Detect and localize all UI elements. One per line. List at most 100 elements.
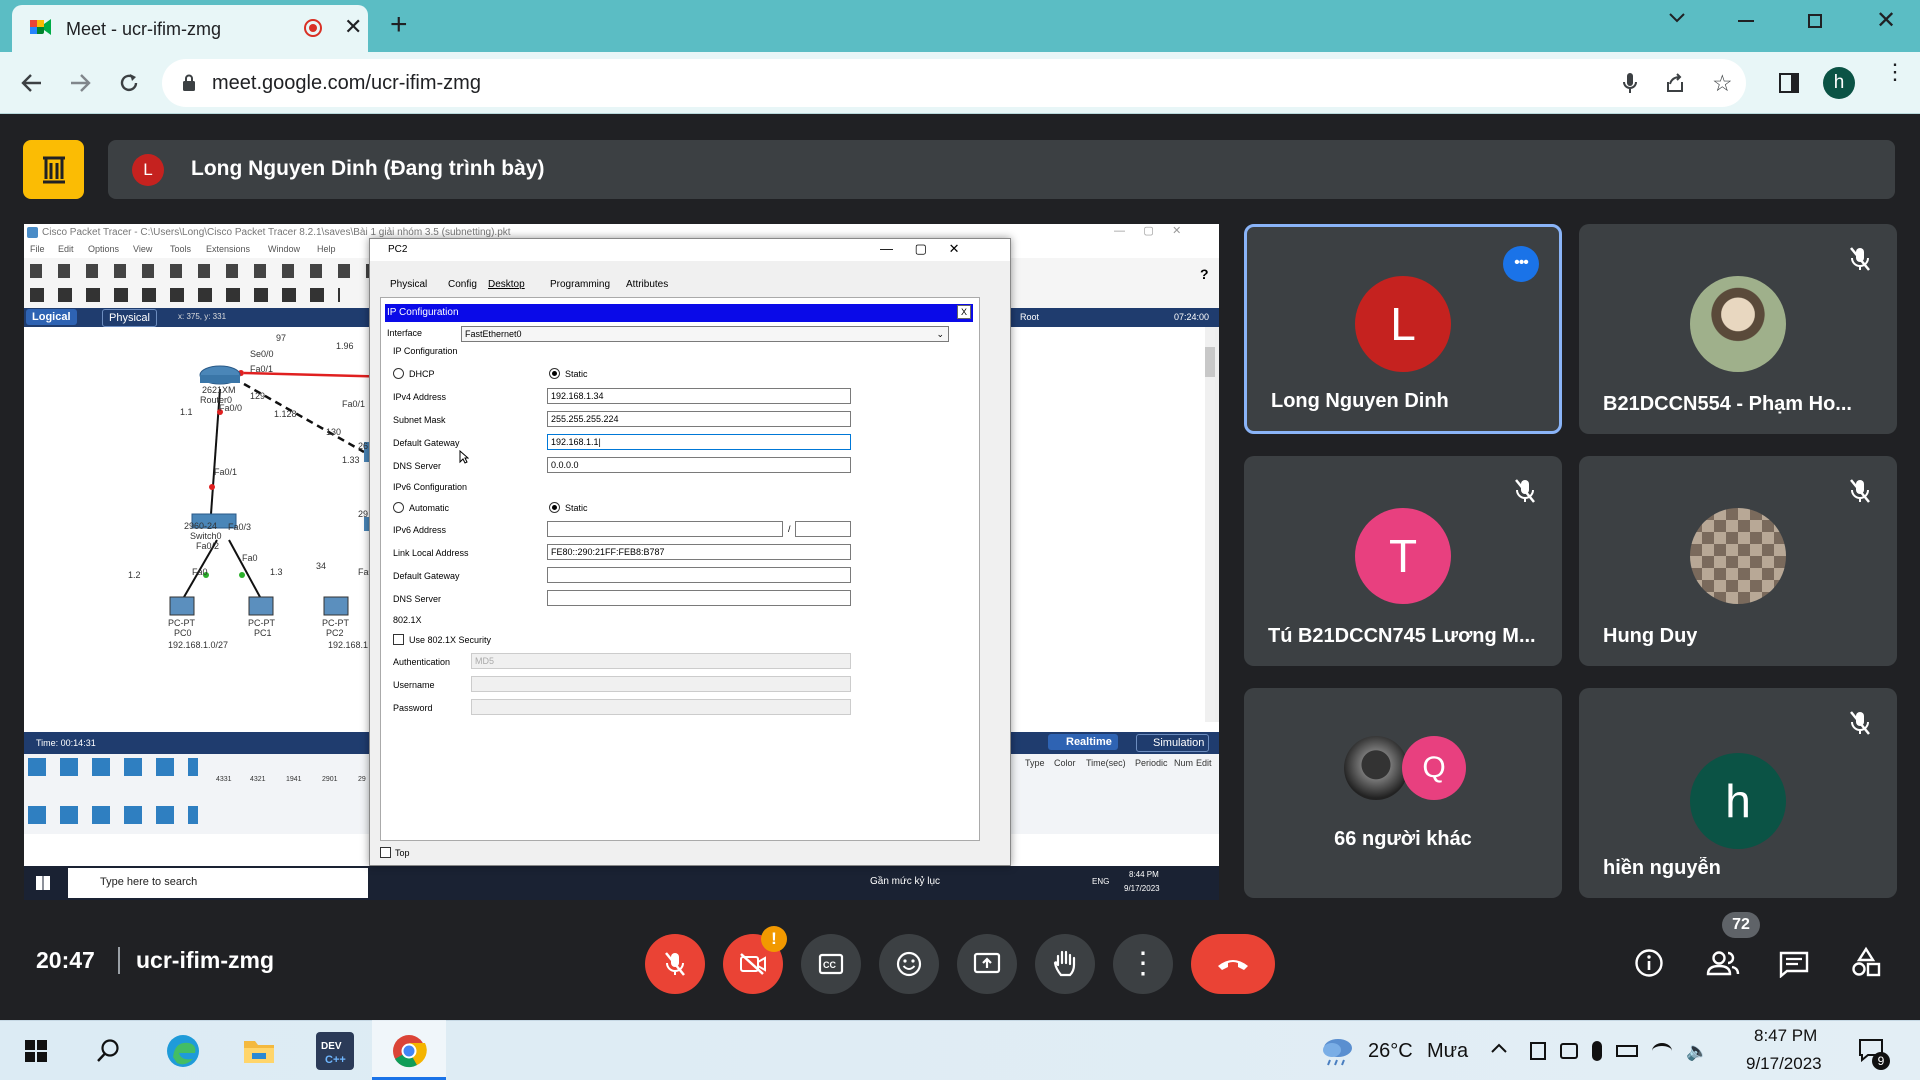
pt-help-icon[interactable]: ? — [1200, 266, 1209, 282]
address-bar[interactable]: meet.google.com/ucr-ifim-zmg ☆ — [162, 59, 1746, 107]
password-input[interactable] — [471, 699, 851, 715]
battery-icon[interactable] — [1616, 1045, 1638, 1057]
browser-tab[interactable]: Meet - ucr-ifim-zmg ✕ — [12, 5, 368, 52]
pc2-tab-config[interactable]: Config — [448, 279, 477, 290]
ime-icon[interactable] — [1530, 1042, 1546, 1060]
back-arrow-icon[interactable] — [14, 65, 50, 101]
participant-tile[interactable]: T Tú B21DCCN745 Lương M... — [1244, 456, 1562, 666]
ipv6-address-input[interactable] — [547, 521, 783, 537]
participant-tile[interactable]: h hiền nguyễn — [1579, 688, 1897, 898]
file-explorer-icon[interactable] — [240, 1032, 278, 1070]
pt-device-categories[interactable] — [28, 758, 198, 776]
static-radio[interactable] — [549, 368, 560, 379]
pc2-window-controls[interactable]: — ▢ ✕ — [880, 241, 960, 257]
chat-icon[interactable] — [1778, 950, 1810, 978]
ipv6-prefix-input[interactable] — [795, 521, 851, 537]
mic-tray-icon[interactable] — [1592, 1041, 1602, 1061]
pt-menu-file[interactable]: File — [30, 244, 45, 254]
mic-toggle-button[interactable] — [645, 934, 705, 994]
tab-search-icon[interactable] — [1668, 12, 1686, 24]
others-tile[interactable]: Q 66 người khác — [1244, 688, 1562, 898]
volume-icon[interactable]: 🔈 — [1686, 1041, 1708, 1062]
restore-window-button[interactable] — [1808, 14, 1822, 28]
pc2-tab-physical[interactable]: Physical — [390, 279, 427, 290]
pt-window-controls[interactable]: — ▢ ✕ — [1114, 224, 1181, 237]
pc2-tab-desktop[interactable]: Desktop — [488, 279, 525, 290]
meeting-info-icon[interactable] — [1634, 948, 1664, 978]
side-panel-icon[interactable] — [1779, 73, 1799, 93]
dns-server-input[interactable]: 0.0.0.0 — [547, 457, 851, 473]
participant-tile[interactable]: Hung Duy — [1579, 456, 1897, 666]
subnet-mask-input[interactable]: 255.255.255.224 — [547, 411, 851, 427]
pt-menu-extensions[interactable]: Extensions — [206, 244, 250, 254]
dot1x-checkbox[interactable] — [393, 634, 404, 645]
pt-menu-window[interactable]: Window — [268, 244, 300, 254]
minimize-window-button[interactable] — [1738, 20, 1754, 22]
windows-start-icon[interactable] — [17, 1032, 55, 1070]
forward-arrow-icon[interactable] — [62, 65, 98, 101]
more-options-button[interactable]: ⋮ — [1113, 934, 1173, 994]
camera-toggle-button[interactable]: ! — [723, 926, 787, 994]
edge-icon[interactable] — [164, 1032, 202, 1070]
close-window-button[interactable]: ✕ — [1876, 6, 1896, 35]
participant-tile[interactable]: B21DCCN554 - Phạm Ho... — [1579, 224, 1897, 434]
pt-logical-tab[interactable]: Logical — [26, 309, 77, 325]
pc2-tab-programming[interactable]: Programming — [550, 279, 610, 290]
dev-cpp-icon[interactable]: DEV C++ — [316, 1032, 354, 1070]
activities-icon[interactable] — [1850, 946, 1882, 978]
pt-model[interactable]: 29 — [358, 776, 366, 783]
participant-tile[interactable]: L ••• Long Nguyen Dinh — [1244, 224, 1562, 434]
ipv4-address-input[interactable]: 192.168.1.34 — [547, 388, 851, 404]
system-time[interactable]: 8:47 PM — [1754, 1026, 1817, 1046]
pt-model[interactable]: 1941 — [286, 776, 302, 783]
raise-hand-button[interactable] — [1035, 934, 1095, 994]
pt-menu-edit[interactable]: Edit — [58, 244, 74, 254]
stop-presenting-button[interactable] — [23, 140, 84, 199]
profile-avatar[interactable]: h — [1823, 67, 1855, 99]
people-icon[interactable] — [1706, 950, 1740, 976]
pt-menu-options[interactable]: Options — [88, 244, 119, 254]
dhcp-radio[interactable] — [393, 368, 404, 379]
pt-model[interactable]: 2901 — [322, 776, 338, 783]
windows-search-icon[interactable] — [89, 1032, 127, 1070]
pt-simulation-button[interactable]: Simulation — [1136, 734, 1210, 752]
pt-menu-view[interactable]: View — [133, 244, 152, 254]
more-options-icon[interactable]: ••• — [1503, 246, 1539, 282]
leave-call-button[interactable] — [1191, 934, 1275, 994]
interface-select[interactable]: FastEthernet0 ⌄ — [461, 326, 949, 342]
pt-toolbar-icons-2[interactable] — [30, 288, 340, 302]
chrome-menu-icon[interactable]: ⋮ — [1884, 61, 1906, 83]
wifi-icon[interactable] — [1652, 1043, 1672, 1059]
tab-close-icon[interactable]: ✕ — [344, 14, 362, 40]
share-icon[interactable] — [1664, 72, 1686, 94]
auth-select[interactable]: MD5 — [471, 653, 851, 669]
link-local-input[interactable]: FE80::290:21FF:FEB8:B787 — [547, 544, 851, 560]
meet-tray-icon[interactable] — [1560, 1043, 1578, 1059]
top-checkbox[interactable] — [380, 847, 391, 858]
ipv6-static-radio[interactable] — [549, 502, 560, 513]
pt-scrollbar-v[interactable] — [1205, 327, 1215, 722]
pt-realtime-button[interactable]: Realtime — [1048, 734, 1118, 750]
microphone-icon[interactable] — [1622, 71, 1638, 95]
pt-device-subcategories[interactable] — [28, 806, 198, 824]
reactions-button[interactable] — [879, 934, 939, 994]
chrome-icon[interactable] — [390, 1032, 428, 1070]
pt-model[interactable]: 4321 — [250, 776, 266, 783]
ipv6-gateway-input[interactable] — [547, 567, 851, 583]
pt-toolbar-icons[interactable] — [30, 264, 370, 278]
new-tab-button[interactable]: + — [390, 8, 408, 42]
bookmark-star-icon[interactable]: ☆ — [1712, 70, 1733, 97]
reload-icon[interactable] — [111, 65, 147, 101]
pt-menu-help[interactable]: Help — [317, 244, 336, 254]
pt-physical-tab[interactable]: Physical — [102, 309, 157, 327]
captions-button[interactable]: CC — [801, 934, 861, 994]
present-screen-button[interactable] — [957, 934, 1017, 994]
username-input[interactable] — [471, 676, 851, 692]
pt-menu-tools[interactable]: Tools — [170, 244, 191, 254]
tray-chevron-icon[interactable] — [1490, 1042, 1508, 1054]
system-date[interactable]: 9/17/2023 — [1746, 1054, 1822, 1074]
ip-config-close[interactable]: X — [957, 305, 971, 319]
pc2-tab-attributes[interactable]: Attributes — [626, 279, 668, 290]
ipv6-dns-input[interactable] — [547, 590, 851, 606]
pt-model[interactable]: 4331 — [216, 776, 232, 783]
